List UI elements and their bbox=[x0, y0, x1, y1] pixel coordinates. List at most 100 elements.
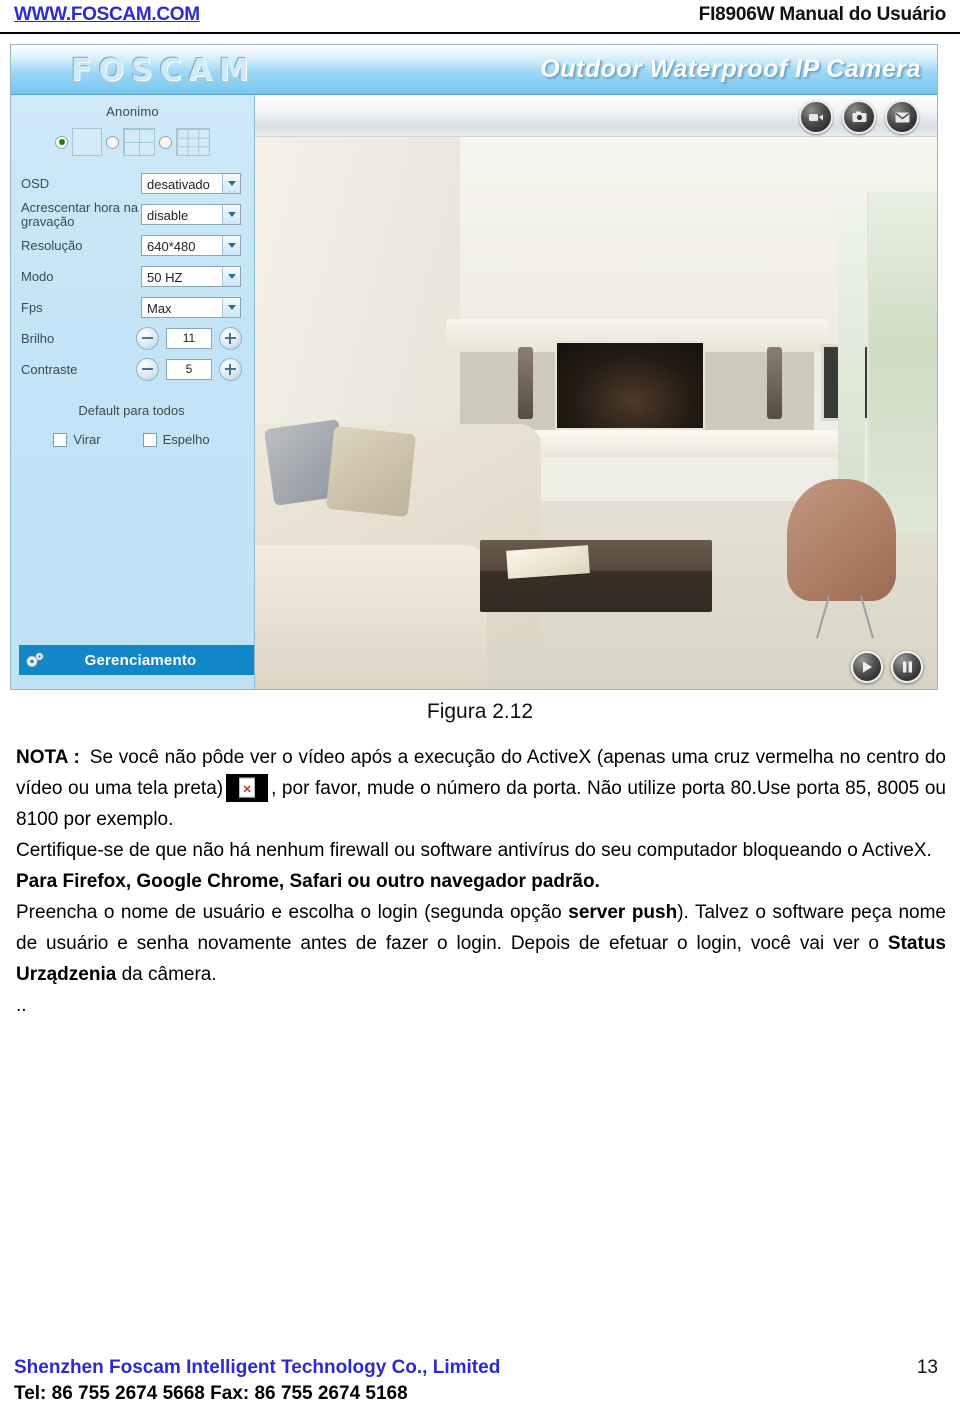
setting-row-fps: Fps Max bbox=[21, 292, 242, 323]
management-label: Gerenciamento bbox=[84, 651, 197, 669]
setting-row-contrast: Contraste 5 bbox=[21, 354, 242, 385]
brightness-stepper: 11 bbox=[136, 327, 242, 350]
snapshot-icon[interactable] bbox=[842, 100, 876, 134]
note-paragraph-1: NOTA : Se você não pôde ver o vídeo após … bbox=[16, 742, 946, 835]
setting-label-brightness: Brilho bbox=[21, 330, 55, 346]
video-speaker-right bbox=[766, 346, 782, 419]
note-p4-bold-serverpush: server push bbox=[568, 902, 678, 923]
mode-select[interactable]: 50 HZ bbox=[141, 266, 241, 287]
video-armchair bbox=[786, 479, 897, 601]
gears-icon bbox=[19, 651, 53, 669]
setting-label-contrast: Contraste bbox=[21, 361, 78, 377]
note-paragraph-2: Certifique-se de que não há nenhum firew… bbox=[16, 840, 932, 861]
camera-ui-screenshot: FOSCAM Outdoor Waterproof IP Camera Anon… bbox=[10, 44, 938, 690]
layout-selector bbox=[11, 128, 254, 156]
mode-select-value: 50 HZ bbox=[147, 270, 183, 285]
setting-label-osd: OSD bbox=[21, 175, 50, 191]
setting-row-brightness: Brilho 11 bbox=[21, 323, 242, 354]
setting-label-timestamp: Acrescentar hora na gravação bbox=[21, 199, 139, 229]
pause-icon[interactable] bbox=[891, 651, 923, 683]
foscam-logo: FOSCAM bbox=[71, 53, 256, 88]
settings-list: OSD desativado Acrescentar hora na grava… bbox=[11, 168, 254, 447]
app-toolbar bbox=[255, 95, 937, 137]
note-p4-part1: Preencha o nome de usuário e escolha o l… bbox=[16, 902, 569, 923]
video-window-inner bbox=[838, 203, 866, 502]
header-site-url[interactable]: WWW.FOSCAM.COM bbox=[14, 4, 200, 26]
note-p4-part3: da câmera. bbox=[116, 964, 217, 985]
setting-row-osd: OSD desativado bbox=[21, 168, 242, 199]
video-player-controls bbox=[851, 651, 923, 683]
mail-icon[interactable] bbox=[885, 100, 919, 134]
page-number: 13 bbox=[916, 1357, 938, 1378]
app-header-bar: FOSCAM Outdoor Waterproof IP Camera bbox=[11, 45, 937, 95]
timestamp-select[interactable]: disable bbox=[141, 204, 241, 225]
fps-select-value: Max bbox=[147, 301, 172, 316]
broken-image-icon bbox=[226, 774, 269, 802]
brightness-value[interactable]: 11 bbox=[166, 328, 212, 349]
running-header: WWW.FOSCAM.COM FI8906W Manual do Usuário bbox=[0, 0, 960, 36]
flip-checkbox[interactable]: Virar bbox=[53, 432, 101, 447]
video-sofa-ottoman bbox=[255, 545, 487, 689]
note-trailing: .. bbox=[16, 995, 27, 1016]
footer-contact: Tel: 86 755 2674 5668 Fax: 86 755 2674 5… bbox=[14, 1383, 408, 1404]
chevron-down-icon[interactable] bbox=[222, 236, 240, 255]
brightness-increase-button[interactable] bbox=[219, 327, 242, 350]
setting-row-mode: Modo 50 HZ bbox=[21, 261, 242, 292]
contrast-decrease-button[interactable] bbox=[136, 358, 159, 381]
osd-select-value: desativado bbox=[147, 177, 210, 192]
video-chair-legs bbox=[814, 595, 875, 639]
setting-label-fps: Fps bbox=[21, 299, 43, 315]
osd-select[interactable]: desativado bbox=[141, 173, 241, 194]
chevron-down-icon[interactable] bbox=[222, 174, 240, 193]
toolbar-icon-group bbox=[799, 100, 919, 134]
grid-2x2-icon bbox=[123, 128, 155, 156]
radio-nine-icon[interactable] bbox=[159, 135, 172, 149]
resolution-select-value: 640*480 bbox=[147, 239, 196, 254]
radio-quad-icon[interactable] bbox=[106, 135, 119, 149]
setting-label-mode: Modo bbox=[21, 268, 54, 284]
product-title: Outdoor Waterproof IP Camera bbox=[540, 55, 921, 83]
layout-option-single[interactable] bbox=[55, 128, 102, 156]
note-label: NOTA : bbox=[16, 747, 80, 768]
layout-option-quad[interactable] bbox=[106, 128, 155, 156]
resolution-select[interactable]: 640*480 bbox=[141, 235, 241, 256]
checkbox-box-icon[interactable] bbox=[53, 432, 68, 447]
sidebar-user-label: Anonimo bbox=[106, 104, 159, 119]
brightness-decrease-button[interactable] bbox=[136, 327, 159, 350]
default-all-link[interactable]: Default para todos bbox=[21, 403, 242, 418]
footer-company: Shenzhen Foscam Intelligent Technology C… bbox=[14, 1357, 501, 1378]
fps-select[interactable]: Max bbox=[141, 297, 241, 318]
video-icon[interactable] bbox=[799, 100, 833, 134]
header-manual-title: FI8906W Manual do Usuário bbox=[698, 4, 947, 25]
chevron-down-icon[interactable] bbox=[222, 267, 240, 286]
note-paragraph-4: Preencha o nome de usuário e escolha o l… bbox=[16, 897, 946, 990]
contrast-increase-button[interactable] bbox=[219, 358, 242, 381]
checkbox-box-icon[interactable] bbox=[142, 432, 157, 447]
contrast-stepper: 5 bbox=[136, 358, 242, 381]
flip-mirror-group: Virar Espelho bbox=[21, 432, 242, 447]
grid-3x3-icon bbox=[176, 128, 210, 156]
timestamp-select-value: disable bbox=[147, 208, 189, 223]
video-pillow-beige bbox=[325, 425, 416, 517]
flip-label: Virar bbox=[73, 432, 101, 447]
figure-caption: Figura 2.12 bbox=[426, 700, 534, 723]
manual-page: WWW.FOSCAM.COM FI8906W Manual do Usuário… bbox=[0, 0, 960, 1427]
management-button[interactable]: Gerenciamento bbox=[19, 645, 254, 675]
play-icon[interactable] bbox=[851, 651, 883, 683]
page-footer: Shenzhen Foscam Intelligent Technology C… bbox=[0, 1357, 960, 1413]
radio-single-icon[interactable] bbox=[55, 135, 68, 149]
video-window-right bbox=[866, 192, 937, 535]
contrast-value[interactable]: 5 bbox=[166, 359, 212, 380]
live-video-view[interactable] bbox=[255, 137, 937, 689]
mirror-checkbox[interactable]: Espelho bbox=[142, 432, 210, 447]
grid-1x1-icon bbox=[72, 128, 102, 156]
video-fireplace bbox=[555, 341, 706, 430]
note-body: NOTA : Se você não pôde ver o vídeo após … bbox=[16, 742, 946, 1021]
settings-sidebar: Anonimo OSD desativado Acrescentar hora … bbox=[11, 95, 255, 689]
layout-option-nine[interactable] bbox=[159, 128, 210, 156]
setting-label-resolution: Resolução bbox=[21, 237, 83, 253]
chevron-down-icon[interactable] bbox=[222, 298, 240, 317]
chevron-down-icon[interactable] bbox=[222, 205, 240, 224]
setting-row-timestamp: Acrescentar hora na gravação disable bbox=[21, 199, 242, 230]
header-rule bbox=[0, 32, 960, 34]
